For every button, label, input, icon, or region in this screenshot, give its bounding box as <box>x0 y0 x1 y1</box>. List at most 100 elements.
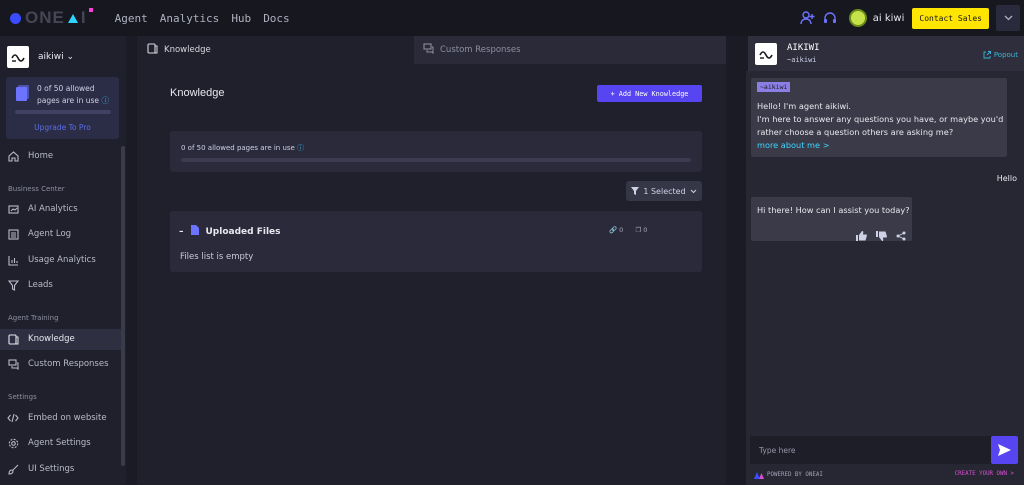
add-user-icon[interactable] <box>799 9 817 27</box>
filter-icon <box>7 279 19 291</box>
usage-progress-bar <box>181 158 691 162</box>
uploaded-files-card <box>170 211 702 272</box>
files-empty-text: Files list is empty <box>180 252 254 262</box>
popout-icon <box>983 51 991 59</box>
uploaded-files-header[interactable]: – Uploaded Files <box>179 225 281 238</box>
sidebar-item-ai-analytics[interactable]: AI Analytics <box>7 202 78 216</box>
log-icon <box>7 228 19 240</box>
chat-panel: AIKIWI ~aikiwi Popout ~aikiwi Hello! I'm… <box>746 36 1024 485</box>
chat-agent-handle: ~aikiwi <box>787 56 817 64</box>
tab-custom-responses[interactable]: Custom Responses <box>414 36 726 64</box>
create-your-own-link[interactable]: CREATE YOUR OWN > <box>955 471 1014 477</box>
sidebar: aikiwi ⌄ 0 of 50 allowed pages are in us… <box>0 36 126 485</box>
link-count: 🔗 0 <box>609 226 624 234</box>
oneai-logo[interactable]: ONE I <box>10 8 93 28</box>
tab-label: Knowledge <box>164 45 211 55</box>
home-icon <box>7 150 19 162</box>
sidebar-item-label: AI Analytics <box>28 204 78 214</box>
nav-analytics[interactable]: Analytics <box>160 12 220 25</box>
sidebar-item-label: UI Settings <box>28 464 75 474</box>
sidebar-item-agent-settings[interactable]: Agent Settings <box>7 436 91 450</box>
section-business-center: Business Center <box>8 185 65 193</box>
powered-by[interactable]: POWERED BY ONEAI <box>754 471 823 479</box>
usage-text: 0 of 50 allowed pages are in use ⓘ <box>181 144 305 152</box>
contact-sales-button[interactable]: Contact Sales <box>912 7 989 29</box>
selected-label: 1 Selected <box>643 186 686 196</box>
agent-tag: ~aikiwi <box>757 82 791 92</box>
sidebar-item-ui-settings[interactable]: UI Settings <box>7 462 74 476</box>
agent-logo-icon <box>7 46 29 68</box>
collapse-icon[interactable]: – <box>179 227 184 237</box>
chat-icon <box>423 43 434 57</box>
tab-label: Custom Responses <box>440 45 521 55</box>
sidebar-item-embed[interactable]: Embed on website <box>7 411 107 425</box>
send-button[interactable] <box>991 436 1018 464</box>
headset-icon[interactable] <box>821 9 839 27</box>
thumbs-down-icon[interactable] <box>876 226 887 245</box>
sidebar-item-home[interactable]: Home <box>7 149 53 163</box>
chat-input[interactable] <box>750 436 990 464</box>
sidebar-item-knowledge[interactable]: Knowledge <box>7 332 75 346</box>
more-about-me-link[interactable]: more about me > <box>757 139 1005 152</box>
brush-icon <box>7 463 19 475</box>
file-counts: 🔗 0 ❐ 0 <box>609 226 647 234</box>
account-menu-button[interactable] <box>996 5 1020 31</box>
user-message: Hello <box>996 174 1017 183</box>
user-name[interactable]: ai kiwi <box>873 13 905 24</box>
analytics-icon <box>7 203 19 215</box>
sidebar-scrollbar[interactable] <box>121 146 125 466</box>
chart-icon <box>7 254 19 266</box>
selected-filter-button[interactable]: 1 Selected <box>626 181 702 201</box>
page-title: Knowledge <box>170 87 225 99</box>
sidebar-item-agent-log[interactable]: Agent Log <box>7 227 71 241</box>
usage-card: 0 of 50 allowed pages are in use ⓘ <box>170 131 702 172</box>
popout-label: Popout <box>993 51 1018 59</box>
sidebar-item-custom-responses[interactable]: Custom Responses <box>7 357 109 371</box>
send-icon <box>998 444 1011 456</box>
code-icon <box>7 412 19 424</box>
sidebar-item-label: Embed on website <box>28 413 107 423</box>
knowledge-icon <box>7 333 19 345</box>
reply-text: Hi there! How can I assist you today? <box>757 205 910 215</box>
sidebar-item-leads[interactable]: Leads <box>7 278 53 292</box>
sidebar-item-label: Usage Analytics <box>28 255 96 265</box>
gear-icon <box>7 437 19 449</box>
oneai-mark-icon <box>754 472 764 479</box>
sidebar-item-label: Home <box>28 151 54 161</box>
add-new-knowledge-button[interactable]: + Add New Knowledge <box>597 85 702 102</box>
powered-by-label: POWERED BY ONEAI <box>767 472 823 478</box>
popout-button[interactable]: Popout <box>983 51 1018 59</box>
pages-icon <box>15 84 31 106</box>
sidebar-item-usage-analytics[interactable]: Usage Analytics <box>7 253 96 267</box>
chevron-down-icon <box>690 189 697 193</box>
bot-message-intro: ~aikiwi Hello! I'm agent aikiwi. I'm her… <box>751 78 1007 157</box>
file-icon <box>190 225 199 238</box>
nav-agent[interactable]: Agent <box>115 12 148 25</box>
tab-bar: Knowledge Custom Responses <box>137 36 726 64</box>
top-bar: ONE I Agent Analytics Hub Docs ai kiwi Co… <box>0 0 1024 36</box>
upgrade-link[interactable]: Upgrade To Pro <box>6 123 119 132</box>
intro-line: Hello! I'm agent aikiwi. <box>757 101 852 111</box>
sidebar-item-label: Agent Settings <box>28 438 91 448</box>
intro-text: Hello! I'm agent aikiwi. I'm here to ans… <box>757 100 1005 152</box>
main-panel: Knowledge Custom Responses Knowledge + A… <box>137 36 726 485</box>
agent-selector[interactable]: aikiwi ⌄ <box>7 46 74 68</box>
nav-docs[interactable]: Docs <box>263 12 290 25</box>
sidebar-item-label: Knowledge <box>28 334 75 344</box>
quota-text: 0 of 50 allowed pages are in use ⓘ <box>37 84 109 105</box>
agent-logo-icon <box>755 43 777 65</box>
share-icon[interactable] <box>896 226 906 245</box>
chevron-down-icon <box>1004 15 1012 21</box>
tab-knowledge[interactable]: Knowledge <box>137 36 414 64</box>
feedback-actions <box>856 226 906 245</box>
nav-hub[interactable]: Hub <box>231 12 251 25</box>
file-count: ❐ 0 <box>635 226 648 234</box>
uploaded-files-label: Uploaded Files <box>205 226 281 237</box>
intro-line: I'm here to answer any questions you hav… <box>757 114 1004 137</box>
chat-agent-name: AIKIWI <box>787 43 820 53</box>
filter-icon <box>631 187 640 195</box>
quota-card: 0 of 50 allowed pages are in use ⓘ Upgra… <box>6 77 119 139</box>
avatar[interactable] <box>848 9 867 27</box>
chat-input-area <box>750 436 1018 464</box>
thumbs-up-icon[interactable] <box>856 226 867 245</box>
